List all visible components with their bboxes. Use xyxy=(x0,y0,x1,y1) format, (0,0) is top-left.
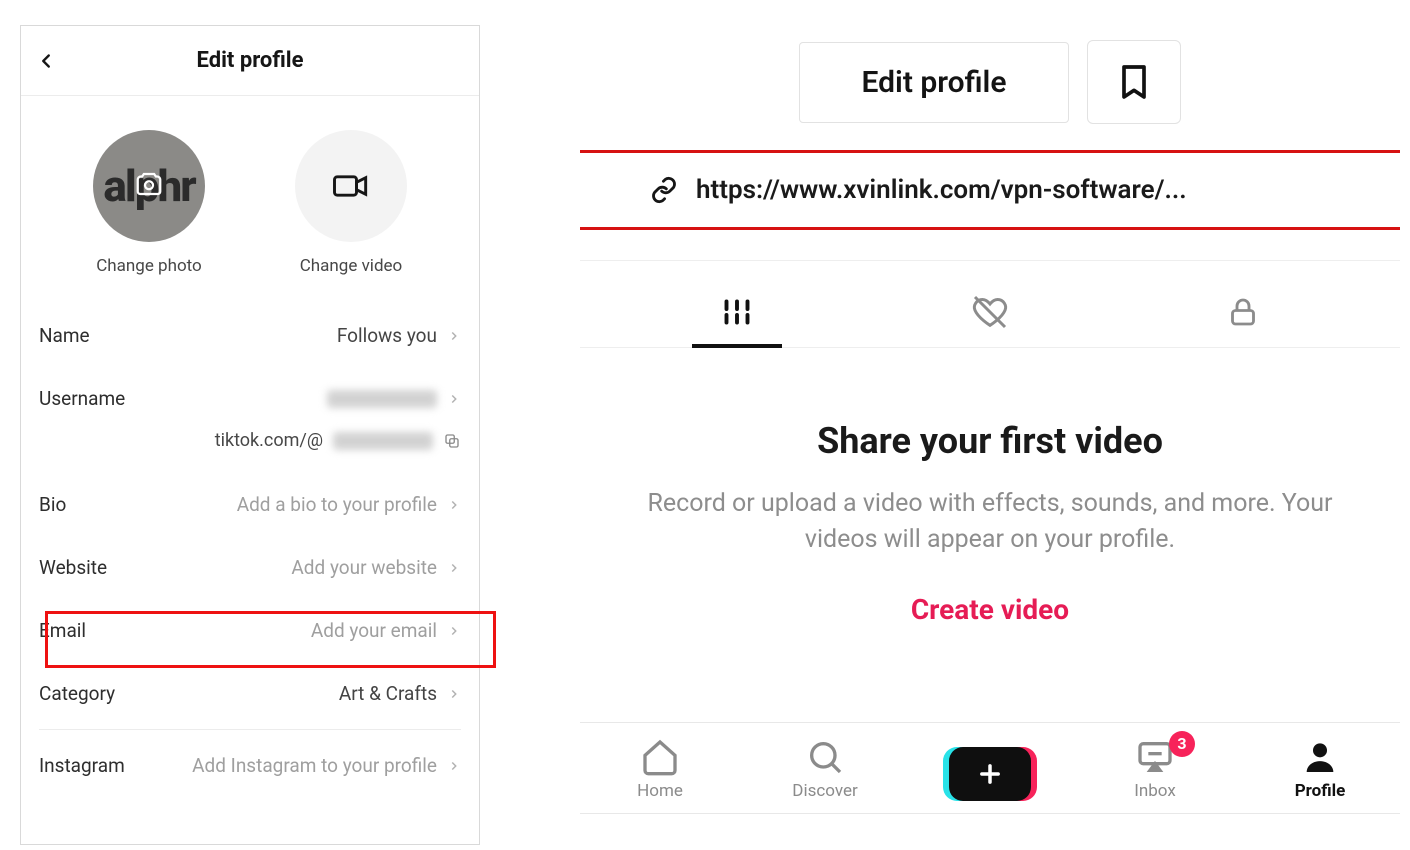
video-placeholder xyxy=(295,130,407,242)
nav-inbox-label: Inbox xyxy=(1134,781,1176,801)
email-placeholder: Add your email xyxy=(311,619,437,642)
link-icon xyxy=(650,176,678,204)
instagram-label: Instagram xyxy=(39,754,125,777)
edit-profile-button[interactable]: Edit profile xyxy=(799,42,1070,123)
tab-liked[interactable] xyxy=(863,277,1116,347)
nav-home[interactable]: Home xyxy=(600,737,720,801)
tab-private[interactable] xyxy=(1117,277,1370,347)
bookmark-button[interactable] xyxy=(1087,40,1181,124)
nav-inbox[interactable]: 3 Inbox xyxy=(1095,737,1215,801)
nav-profile[interactable]: Profile xyxy=(1260,737,1380,801)
bottom-nav: Home Discover 3 Inbox Profile xyxy=(580,722,1400,814)
profile-icon xyxy=(1300,737,1340,777)
tab-feed[interactable] xyxy=(610,277,863,347)
change-video-block[interactable]: Change video xyxy=(295,130,407,276)
bookmark-icon xyxy=(1114,60,1154,104)
name-label: Name xyxy=(39,324,90,347)
media-section: alphr Change photo Change video xyxy=(21,96,479,286)
category-row[interactable]: Category Art & Crafts xyxy=(21,662,479,725)
edit-profile-header: Edit profile xyxy=(21,26,479,96)
bio-row[interactable]: Bio Add a bio to your profile xyxy=(21,473,479,536)
name-value: Follows you xyxy=(337,324,437,347)
bio-label: Bio xyxy=(39,493,66,516)
divider xyxy=(39,729,461,730)
change-photo-label: Change photo xyxy=(96,256,202,276)
search-icon xyxy=(805,737,845,777)
back-button[interactable] xyxy=(35,50,57,76)
profile-url-row[interactable]: tiktok.com/@ xyxy=(21,430,479,473)
website-row[interactable]: Website Add your website xyxy=(21,536,479,599)
username-value-blurred xyxy=(327,390,437,408)
chevron-right-icon xyxy=(447,561,461,575)
name-row[interactable]: Name Follows you xyxy=(21,304,479,367)
plus-icon xyxy=(976,760,1004,788)
username-label: Username xyxy=(39,387,125,410)
profile-fields: Name Follows you Username tiktok.com/@ B… xyxy=(21,304,479,797)
instagram-placeholder: Add Instagram to your profile xyxy=(192,754,437,777)
avatar: alphr xyxy=(93,130,205,242)
copy-icon[interactable] xyxy=(443,432,461,450)
chevron-right-icon xyxy=(447,759,461,773)
bio-link-url: https://www.xvinlink.com/vpn-software/..… xyxy=(696,175,1187,205)
website-placeholder: Add your website xyxy=(291,556,437,579)
lock-icon xyxy=(1225,294,1261,330)
nav-profile-label: Profile xyxy=(1295,781,1346,801)
feed-grid-icon xyxy=(719,294,755,330)
create-button[interactable] xyxy=(949,747,1031,801)
nav-home-label: Home xyxy=(637,781,683,801)
nav-discover-label: Discover xyxy=(792,781,857,801)
category-value: Art & Crafts xyxy=(339,682,437,705)
chevron-right-icon xyxy=(447,392,461,406)
instagram-row[interactable]: Instagram Add Instagram to your profile xyxy=(21,734,479,797)
page-title: Edit profile xyxy=(197,48,304,73)
nav-discover[interactable]: Discover xyxy=(765,737,885,801)
website-label: Website xyxy=(39,556,107,579)
change-video-label: Change video xyxy=(300,256,403,276)
empty-state: Share your first video Record or upload … xyxy=(580,348,1400,666)
profile-preview-panel: Edit profile https://www.xvinlink.com/vp… xyxy=(580,40,1400,814)
profile-url-handle-blurred xyxy=(333,432,433,450)
highlight-line-bottom xyxy=(580,227,1400,230)
email-label: Email xyxy=(39,619,86,642)
video-camera-icon xyxy=(329,164,373,208)
heart-hidden-icon xyxy=(970,292,1010,332)
chevron-right-icon xyxy=(447,687,461,701)
inbox-badge: 3 xyxy=(1169,731,1195,757)
nav-create[interactable] xyxy=(930,747,1050,801)
chevron-left-icon xyxy=(35,50,57,72)
empty-state-desc: Record or upload a video with effects, s… xyxy=(624,486,1356,559)
chevron-right-icon xyxy=(447,624,461,638)
bio-link-row[interactable]: https://www.xvinlink.com/vpn-software/..… xyxy=(580,153,1400,227)
edit-profile-panel: Edit profile alphr Change photo Change v… xyxy=(20,25,480,845)
profile-url-prefix: tiktok.com/@ xyxy=(215,430,323,451)
home-icon xyxy=(640,737,680,777)
camera-icon xyxy=(132,169,166,203)
change-photo-block[interactable]: alphr Change photo xyxy=(93,130,205,276)
profile-actions: Edit profile xyxy=(580,40,1400,124)
username-row[interactable]: Username xyxy=(21,367,479,430)
category-label: Category xyxy=(39,682,115,705)
profile-tabs xyxy=(580,260,1400,348)
chevron-right-icon xyxy=(447,498,461,512)
email-row[interactable]: Email Add your email xyxy=(21,599,479,662)
bio-placeholder: Add a bio to your profile xyxy=(237,493,437,516)
chevron-right-icon xyxy=(447,329,461,343)
empty-state-title: Share your first video xyxy=(624,420,1356,462)
create-video-button[interactable]: Create video xyxy=(624,593,1356,626)
